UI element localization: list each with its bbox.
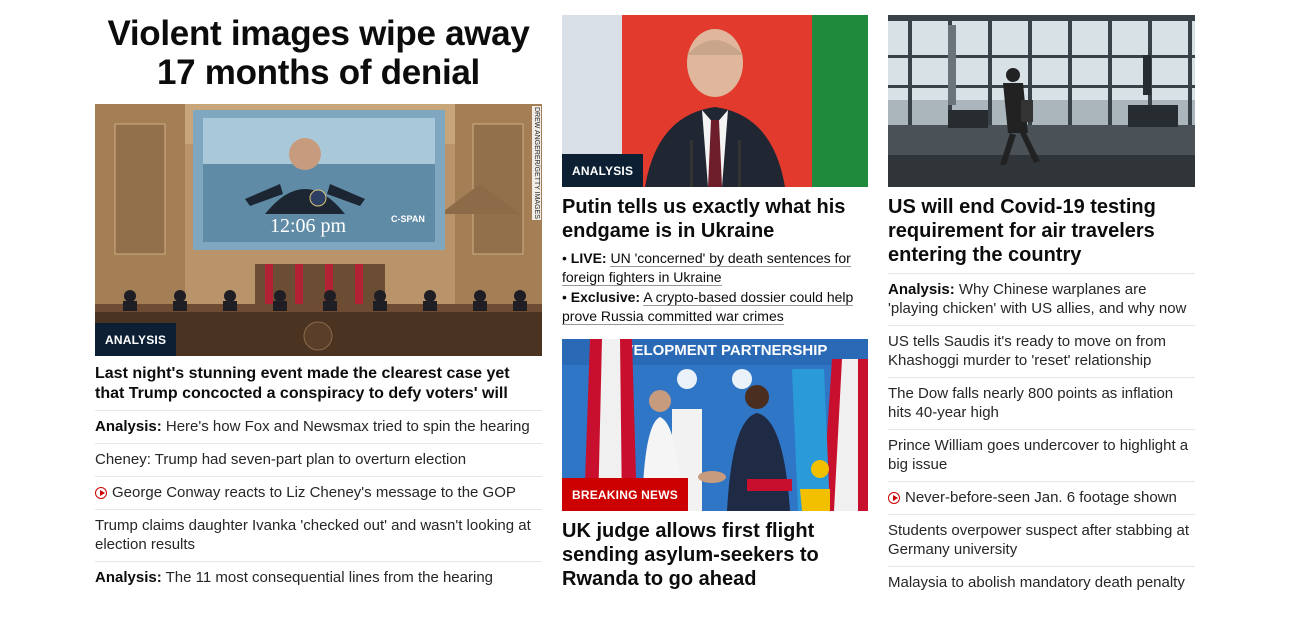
breaking-news-badge: BREAKING NEWS xyxy=(562,478,688,511)
item-text: Here's how Fox and Newsmax tried to spin… xyxy=(161,418,530,435)
item-text: Students overpower suspect after stabbin… xyxy=(888,522,1190,558)
bullet: • xyxy=(562,250,567,266)
item-text: Trump claims daughter Ivanka 'checked ou… xyxy=(95,517,531,553)
middle-column: ANALYSIS Putin tells us exactly what his… xyxy=(562,0,868,597)
item-text: The Dow falls nearly 800 points as infla… xyxy=(888,385,1174,421)
live-sub-link[interactable]: • LIVE: UN 'concerned' by death sentence… xyxy=(562,249,868,287)
hearing-room-photo: 12:06 pm C-SPAN xyxy=(95,104,542,356)
list-item[interactable]: The Dow falls nearly 800 points as infla… xyxy=(888,378,1195,430)
right-column: US will end Covid-19 testing requirement… xyxy=(888,0,1195,599)
list-item[interactable]: Never-before-seen Jan. 6 footage shown xyxy=(888,482,1195,515)
rwanda-story-image[interactable]: DEVELOPMENT PARTNERSHIP BREAKING NEWS xyxy=(562,339,868,511)
putin-story-title[interactable]: Putin tells us exactly what his endgame … xyxy=(562,195,868,243)
bullet: • xyxy=(562,289,567,305)
sub-prefix: LIVE: xyxy=(570,250,607,266)
screen-logo: C-SPAN xyxy=(391,214,425,224)
lead-story-image[interactable]: 12:06 pm C-SPAN DREW ANGERER/GETTY IMAGE… xyxy=(95,104,542,356)
top-stories-list: Analysis: Why Chinese warplanes are 'pla… xyxy=(888,273,1195,599)
list-item[interactable]: Analysis: The 11 most consequential line… xyxy=(95,562,542,594)
list-item[interactable]: Trump claims daughter Ivanka 'checked ou… xyxy=(95,510,542,562)
screen-time: 12:06 pm xyxy=(270,215,347,237)
list-item[interactable]: Prince William goes undercover to highli… xyxy=(888,430,1195,482)
partnership-banner: DEVELOPMENT PARTNERSHIP xyxy=(603,342,828,359)
play-icon xyxy=(888,492,900,504)
analysis-badge: ANALYSIS xyxy=(95,323,177,356)
photo-credit: DREW ANGERER/GETTY IMAGES xyxy=(532,106,541,220)
item-text: Malaysia to abolish mandatory death pena… xyxy=(888,574,1185,591)
item-text: Never-before-seen Jan. 6 footage shown xyxy=(905,489,1177,506)
covid-story-title[interactable]: US will end Covid-19 testing requirement… xyxy=(888,195,1195,267)
list-item[interactable]: US tells Saudis it's ready to move on fr… xyxy=(888,326,1195,378)
airport-photo xyxy=(888,15,1195,187)
item-text: US tells Saudis it's ready to move on fr… xyxy=(888,333,1166,369)
lead-story-column: Violent images wipe away 17 months of de… xyxy=(95,0,542,594)
item-prefix: Analysis: xyxy=(95,418,162,435)
list-item[interactable]: Students overpower suspect after stabbin… xyxy=(888,515,1195,567)
lead-story-title[interactable]: Last night's stunning event made the cle… xyxy=(95,364,542,404)
item-text: Prince William goes undercover to highli… xyxy=(888,437,1189,473)
lead-headline[interactable]: Violent images wipe away 17 months of de… xyxy=(95,14,542,92)
exclusive-sub-link[interactable]: • Exclusive: A crypto-based dossier coul… xyxy=(562,288,868,326)
list-item[interactable]: Malaysia to abolish mandatory death pena… xyxy=(888,567,1195,599)
sub-prefix: Exclusive: xyxy=(570,289,641,305)
play-icon xyxy=(95,487,107,499)
list-item[interactable]: Cheney: Trump had seven-part plan to ove… xyxy=(95,444,542,477)
list-item[interactable]: Analysis: Here's how Fox and Newsmax tri… xyxy=(95,411,542,444)
item-text: George Conway reacts to Liz Cheney's mes… xyxy=(112,484,516,501)
rwanda-story-title[interactable]: UK judge allows first flight sending asy… xyxy=(562,519,868,591)
list-item[interactable]: George Conway reacts to Liz Cheney's mes… xyxy=(95,477,542,510)
item-text: Cheney: Trump had seven-part plan to ove… xyxy=(95,451,467,468)
item-prefix: Analysis: xyxy=(888,281,955,298)
item-prefix: Analysis: xyxy=(95,569,162,586)
analysis-badge: ANALYSIS xyxy=(562,154,644,187)
airport-story-image[interactable] xyxy=(888,15,1195,187)
putin-story-image[interactable]: ANALYSIS xyxy=(562,15,868,187)
related-stories-list: Analysis: Here's how Fox and Newsmax tri… xyxy=(95,410,542,594)
item-text: The 11 most consequential lines from the… xyxy=(161,569,494,586)
list-item[interactable]: Analysis: Why Chinese warplanes are 'pla… xyxy=(888,274,1195,326)
